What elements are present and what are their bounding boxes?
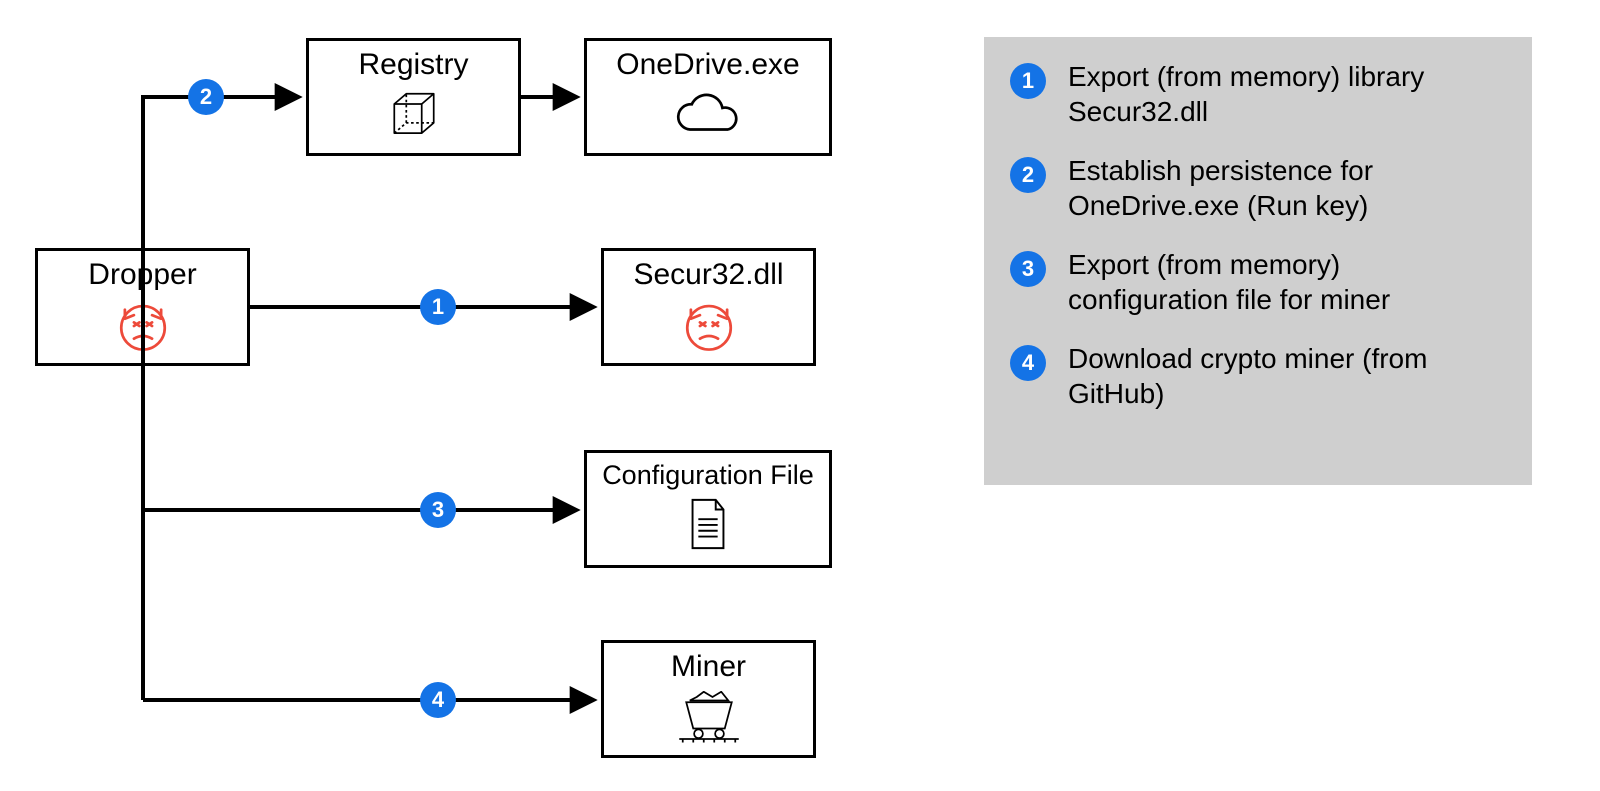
badge-1: 1 [420, 289, 456, 325]
legend-item: 2 Establish persistence for OneDrive.exe… [1010, 153, 1506, 223]
node-dropper: Dropper [35, 248, 250, 366]
file-icon [587, 491, 829, 557]
diagram-canvas: Dropper Registry OneDrive [0, 0, 1600, 791]
node-miner: Miner [601, 640, 816, 758]
node-registry-label: Registry [309, 41, 518, 83]
node-secur32-label: Secur32.dll [604, 251, 813, 293]
legend-item: 4 Download crypto miner (from GitHub) [1010, 341, 1506, 411]
badge-2: 2 [188, 79, 224, 115]
badge-4: 4 [420, 682, 456, 718]
mine-cart-icon [604, 685, 813, 751]
legend-item: 1 Export (from memory) library Secur32.d… [1010, 59, 1506, 129]
node-registry: Registry [306, 38, 521, 156]
node-dropper-label: Dropper [38, 251, 247, 293]
legend-text: Export (from memory) library Secur32.dll [1068, 59, 1448, 129]
legend-badge: 1 [1010, 63, 1046, 99]
node-miner-label: Miner [604, 643, 813, 685]
legend-item: 3 Export (from memory) configuration fil… [1010, 247, 1506, 317]
devil-icon [38, 293, 247, 359]
node-onedrive: OneDrive.exe [584, 38, 832, 156]
cloud-icon [587, 83, 829, 149]
legend-panel: 1 Export (from memory) library Secur32.d… [984, 37, 1532, 485]
legend-text: Establish persistence for OneDrive.exe (… [1068, 153, 1448, 223]
badge-3: 3 [420, 492, 456, 528]
legend-text: Download crypto miner (from GitHub) [1068, 341, 1448, 411]
cube-icon [309, 83, 518, 149]
devil-icon [604, 293, 813, 359]
legend-text: Export (from memory) configuration file … [1068, 247, 1448, 317]
legend-badge: 3 [1010, 251, 1046, 287]
legend-badge: 4 [1010, 345, 1046, 381]
node-config-label: Configuration File [587, 453, 829, 491]
legend-badge: 2 [1010, 157, 1046, 193]
node-onedrive-label: OneDrive.exe [587, 41, 829, 83]
node-secur32: Secur32.dll [601, 248, 816, 366]
node-config: Configuration File [584, 450, 832, 568]
